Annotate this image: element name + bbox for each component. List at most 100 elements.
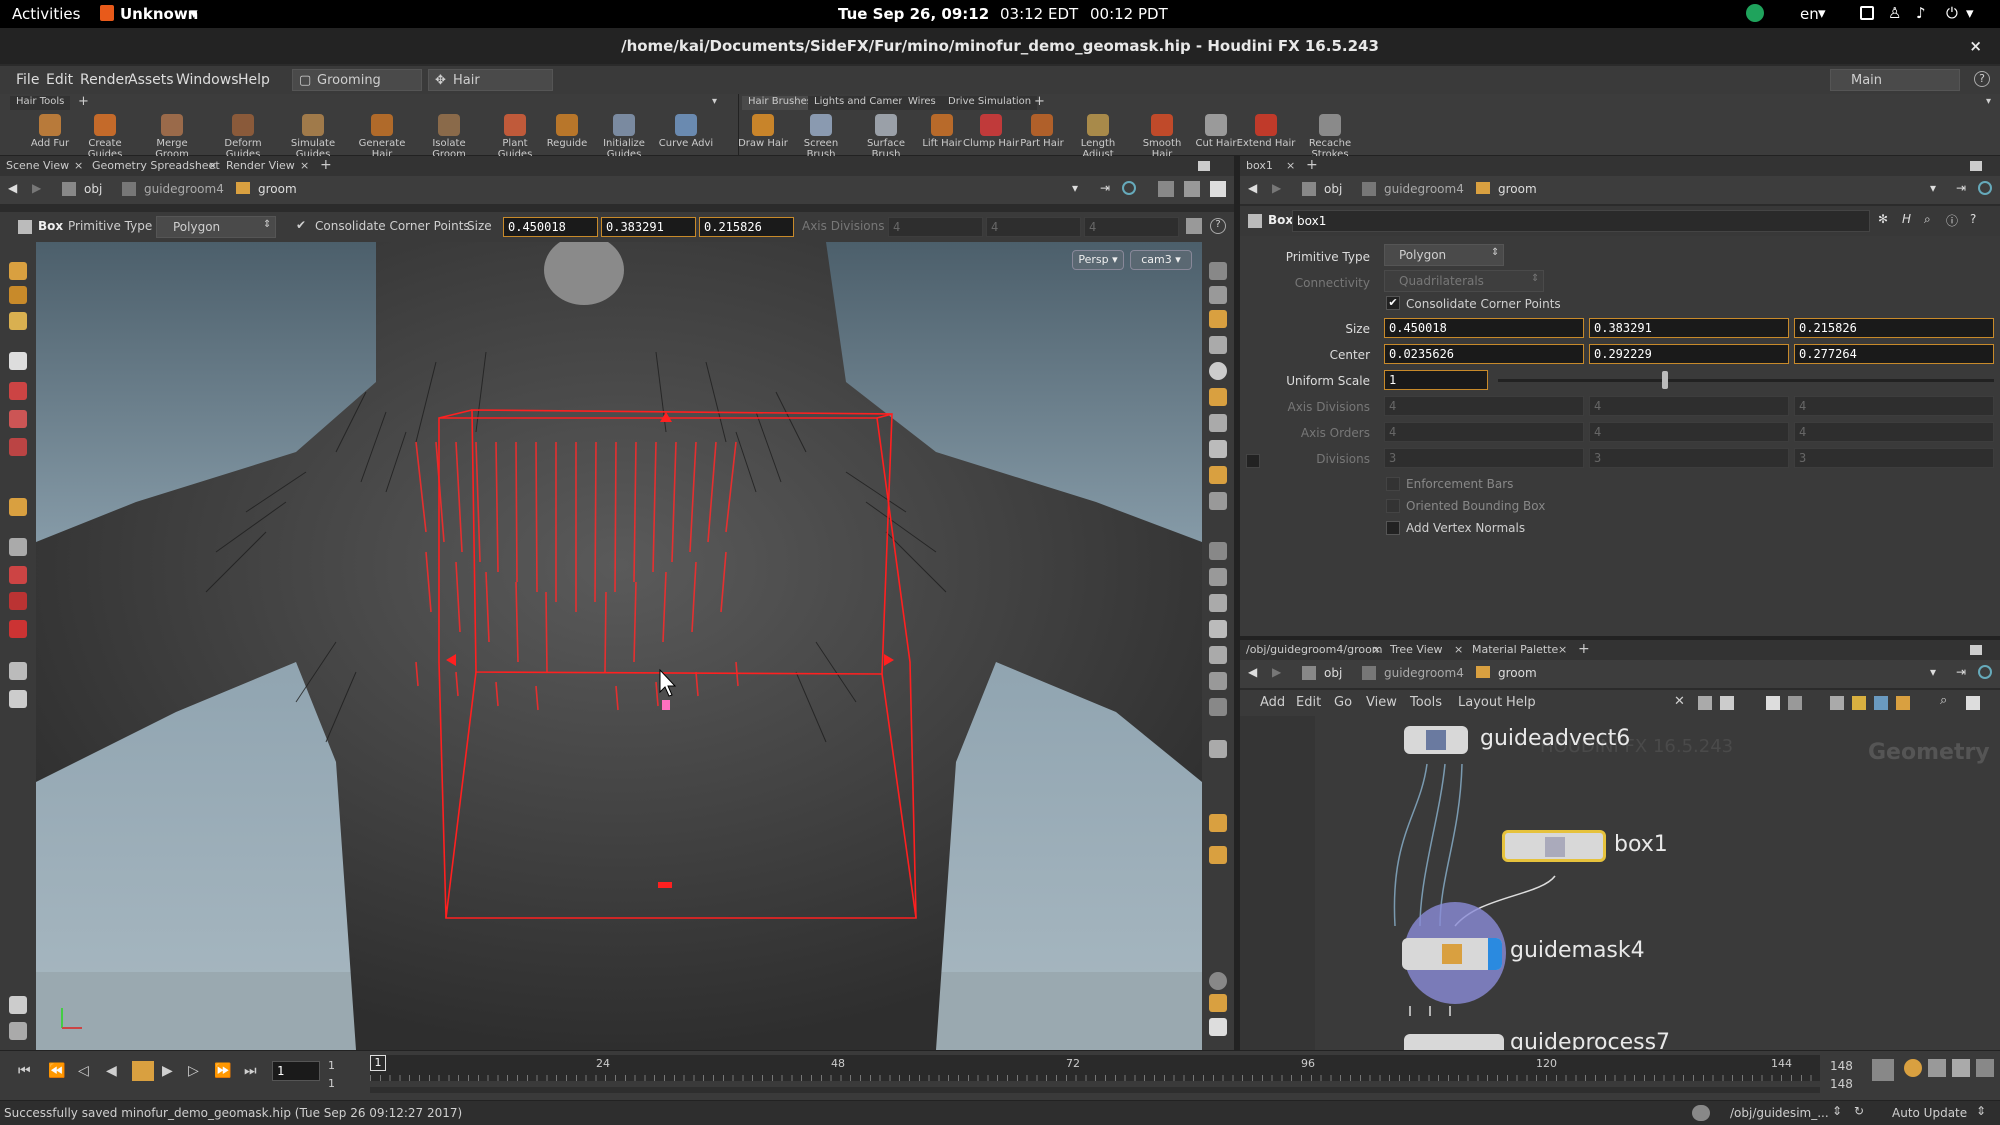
pane-layout-icon[interactable] (1970, 645, 1982, 655)
add-tab-icon[interactable]: + (78, 94, 89, 109)
range-start2[interactable]: 1 (328, 1077, 335, 1090)
search-icon[interactable]: ⌕ (1924, 212, 1931, 227)
tool-part-hair[interactable]: Part Hair (1012, 114, 1072, 149)
tool-extend-hair[interactable]: Extend Hair (1236, 114, 1296, 149)
light-icon[interactable] (9, 690, 27, 708)
add-tab-icon[interactable]: + (1306, 157, 1318, 173)
divisions-z[interactable]: 3 (1794, 448, 1994, 468)
volume-icon[interactable]: ♪ (1916, 4, 1926, 22)
vertex-normals-checkbox[interactable] (1386, 521, 1400, 535)
toolbar-options-icon[interactable] (1186, 218, 1202, 234)
tool-add-fur[interactable]: Add Fur (20, 114, 80, 149)
link-icon[interactable] (1978, 181, 1992, 195)
eye-icon[interactable] (9, 996, 27, 1014)
uniform-scale-field[interactable]: 1 (1384, 370, 1488, 390)
step-back-icon[interactable]: ◁ (78, 1063, 89, 1079)
size-x[interactable]: 0.450018 (1384, 318, 1584, 338)
jump-start-icon[interactable]: ⏮ (18, 1063, 31, 1079)
shelf-tab-hair-brushes[interactable]: Hair Brushes (742, 96, 818, 110)
search-icon[interactable]: ⌕ (1940, 693, 1947, 708)
tool-curve-advect[interactable]: Curve Advi (656, 114, 716, 149)
step-forward-icon[interactable]: ▷ (188, 1063, 199, 1079)
back-arrow-icon[interactable]: ◀ (8, 181, 17, 195)
node-guideprocess7[interactable] (1404, 1034, 1504, 1050)
tool-draw-hair[interactable]: Draw Hair (733, 114, 793, 149)
chat-icon[interactable] (1692, 1105, 1710, 1121)
rect-select-icon[interactable] (1209, 672, 1227, 690)
menu-help[interactable]: Help (238, 72, 270, 88)
pin-icon[interactable]: ⇥ (1956, 181, 1966, 195)
tool-smooth-hair[interactable]: Smooth Hair (1132, 114, 1192, 160)
menu-edit[interactable]: Edit (46, 72, 73, 88)
pin-icon[interactable]: ⇥ (1956, 665, 1966, 679)
prim-type-select[interactable]: Polygon ⇕ (1384, 244, 1504, 266)
path-obj[interactable]: obj (1324, 182, 1342, 196)
grid-view-icon[interactable] (1766, 696, 1780, 710)
desktop-selector[interactable]: ▢ Grooming (292, 69, 422, 91)
scale-tool-icon[interactable] (9, 438, 27, 456)
shelf-dropdown-icon[interactable]: ▾ (712, 96, 717, 107)
obb-checkbox[interactable] (1386, 499, 1400, 513)
menu-render[interactable]: Render (80, 72, 130, 88)
screen-icon[interactable] (1966, 696, 1980, 710)
tab-render-view[interactable]: Render View (226, 159, 295, 172)
display-flag[interactable] (1488, 938, 1502, 970)
path-groom[interactable]: groom (1498, 182, 1537, 196)
render-region-icon[interactable] (1209, 846, 1227, 864)
shelf-tab-hair-tools[interactable]: Hair Tools (10, 96, 71, 110)
point-icon[interactable] (1209, 414, 1227, 432)
snap-curve-icon[interactable] (1209, 594, 1227, 612)
op-size-y[interactable]: 0.383291 (601, 217, 696, 237)
move-tool-icon[interactable] (9, 382, 27, 400)
op-axis-y[interactable]: 4 (986, 217, 1081, 237)
path-guidegroom[interactable]: guidegroom4 (1384, 666, 1464, 680)
handle-tool-icon[interactable] (9, 498, 27, 516)
tool-screen-brush[interactable]: Screen Brush (791, 114, 851, 160)
axis-order-z[interactable]: 4 (1794, 422, 1994, 442)
connectivity-select[interactable]: Quadrilaterals ⇕ (1384, 270, 1544, 292)
magnet-tool-icon[interactable] (9, 592, 27, 610)
frame-field[interactable]: 1 (272, 1061, 320, 1081)
window-icon[interactable] (1860, 6, 1874, 20)
folder-icon[interactable] (1896, 696, 1910, 710)
lock-icon[interactable] (1209, 310, 1227, 328)
net-menu-add[interactable]: Add (1260, 695, 1285, 710)
layout-icon[interactable] (1830, 696, 1844, 710)
tab-close-icon[interactable]: × (1286, 159, 1295, 172)
pose-tool-icon[interactable] (9, 566, 27, 584)
rotate-tool-icon[interactable] (9, 410, 27, 428)
status-indicator-icon[interactable] (1746, 4, 1764, 22)
info-icon[interactable]: ⓘ (1946, 212, 1958, 229)
tool-create-guides[interactable]: Create Guides (75, 114, 135, 160)
note-icon[interactable] (1852, 696, 1866, 710)
node-guidemask4[interactable] (1402, 938, 1502, 970)
tool-recache-strokes[interactable]: Recache Strokes (1300, 114, 1360, 160)
size-z[interactable]: 0.215826 (1794, 318, 1994, 338)
forward-arrow-icon[interactable]: ▶ (32, 181, 41, 195)
checkmark-icon[interactable]: ✔ (296, 218, 306, 232)
camera-view-icon[interactable] (1209, 1018, 1227, 1036)
op-axis-x[interactable]: 4 (888, 217, 983, 237)
tab-close-icon[interactable]: × (300, 159, 309, 172)
spinner-icon[interactable]: ⇕ (1976, 1104, 1986, 1118)
settings-icon[interactable] (9, 1022, 27, 1040)
divisions-x[interactable]: 3 (1384, 448, 1584, 468)
lasso-icon[interactable] (1209, 698, 1227, 716)
shelf-dropdown-icon[interactable]: ▾ (1986, 96, 1991, 107)
net-menu-help[interactable]: Help (1506, 695, 1536, 710)
pane-layout-icon[interactable] (1198, 161, 1210, 171)
tool-initialize-guides[interactable]: Initialize Guides (594, 114, 654, 160)
close-window-button[interactable]: × (1969, 28, 1982, 64)
link-icon[interactable] (1978, 665, 1992, 679)
surface-tool-icon[interactable] (9, 312, 27, 330)
tool-plant-guides[interactable]: Plant Guides (485, 114, 545, 160)
power-icon[interactable]: ⏻ (1946, 4, 1958, 22)
path-obj[interactable]: obj (84, 182, 102, 196)
activities-button[interactable]: Activities (12, 5, 80, 23)
tab-tree-view[interactable]: Tree View (1390, 643, 1443, 656)
context-selector[interactable]: ✥ Hair (428, 69, 553, 91)
op-size-x[interactable]: 0.450018 (503, 217, 598, 237)
center-x[interactable]: 0.0235626 (1384, 344, 1584, 364)
settings-icon[interactable] (1976, 1059, 1994, 1077)
display-options-icon[interactable] (1209, 262, 1227, 280)
